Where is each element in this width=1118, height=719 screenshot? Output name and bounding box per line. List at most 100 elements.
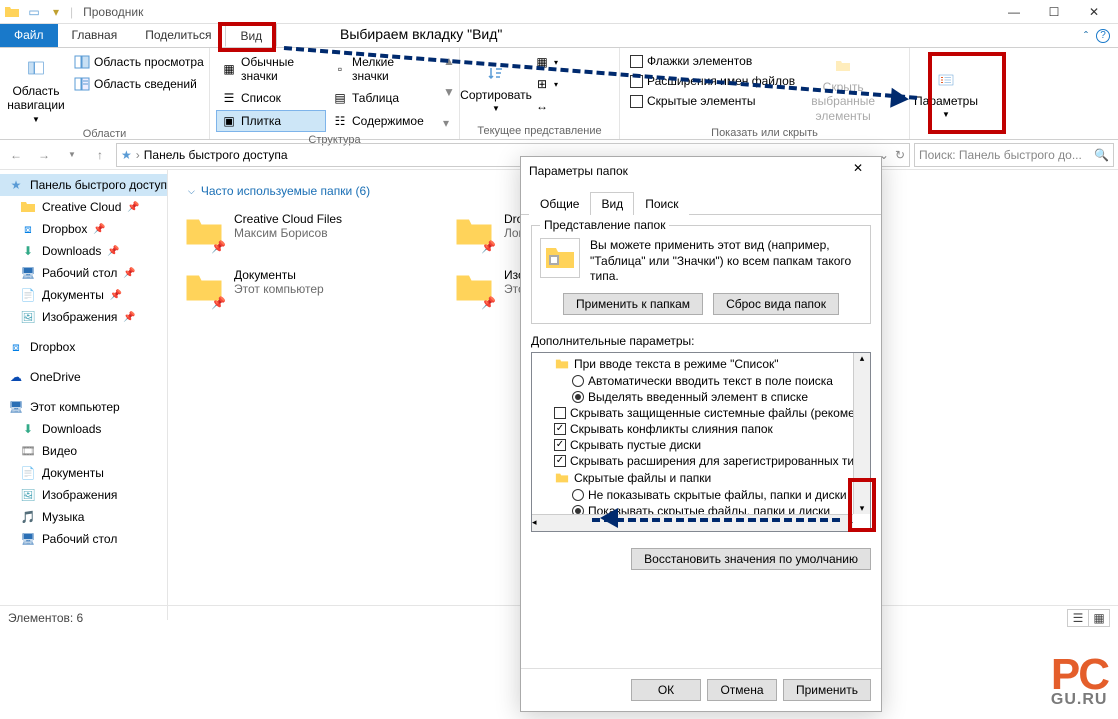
tree-row[interactable]: ✓Скрывать пустые диски [536,437,866,453]
sidebar-pc-videos[interactable]: 🎞Видео [0,440,167,462]
layout-expand-icon[interactable]: ▾ [443,116,455,130]
layout-tiles[interactable]: ▣Плитка [216,110,326,132]
reset-folders-button[interactable]: Сброс вида папок [713,293,839,315]
fit-columns-button[interactable]: ↔ [530,96,562,116]
pin-icon: 📌 [211,240,226,254]
tile-sub: Этот компьютер [234,282,324,296]
layout-details[interactable]: ▤Таблица [327,87,437,109]
tab-file[interactable]: Файл [0,24,58,47]
sidebar-item-pictures[interactable]: 🖼Изображения📌 [0,306,167,328]
forward-button[interactable]: → [32,143,56,167]
recent-button[interactable]: ▼ [60,143,84,167]
layout-medium-icons[interactable]: ▦Обычные значки [216,52,326,86]
sidebar-pc-documents[interactable]: 📄Документы [0,462,167,484]
preview-pane-button[interactable]: Область просмотра [70,52,208,72]
navigation-pane-button[interactable]: Область навигации ▼ [6,52,66,126]
folder-icon: 📌 [454,212,494,252]
tree-row[interactable]: Скрытые файлы и папки [536,469,866,487]
search-input[interactable]: Поиск: Панель быстрого до... 🔍 [914,143,1114,167]
up-button[interactable]: ↑ [88,143,112,167]
pin-icon: 📌 [481,296,496,310]
tree-label: Скрывать защищенные системные файлы (рек… [570,406,871,420]
radio-icon[interactable] [572,391,584,403]
tab-home[interactable]: Главная [58,24,132,47]
qat-properties-icon[interactable]: ▭ [26,4,42,20]
sort-button[interactable]: Сортировать▼ [466,52,526,123]
pin-icon: 📌 [481,240,496,254]
groupby-button[interactable]: ▦▾ [530,52,562,72]
tree-row[interactable]: Скрывать защищенные системные файлы (рек… [536,405,866,421]
options-button[interactable]: Параметры▼ [916,52,976,135]
tree-row[interactable]: Не показывать скрытые файлы, папки и дис… [536,487,866,503]
hidden-items-toggle[interactable]: Скрытые элементы [626,92,799,110]
help-icon[interactable]: ? [1096,29,1110,43]
tree-row[interactable]: ✓Скрывать конфликты слияния папок [536,421,866,437]
folder-icon: 📌 [184,268,224,308]
item-checkboxes-toggle[interactable]: Флажки элементов [626,52,799,70]
dialog-tab-view[interactable]: Вид [590,192,634,215]
sidebar-pc-desktop[interactable]: 🖥Рабочий стол [0,528,167,550]
layout-content[interactable]: ☷Содержимое [327,110,437,132]
radio-icon[interactable] [572,489,584,501]
dialog-tab-search[interactable]: Поиск [634,192,689,215]
tree-row[interactable]: Автоматически вводить текст в поле поиск… [536,373,866,389]
filename-extensions-toggle[interactable]: Расширения имен файлов [626,72,799,90]
sidebar-quick-access[interactable]: ★Панель быстрого доступа [0,174,167,196]
sidebar-item-dropbox[interactable]: ⧈Dropbox📌 [0,218,167,240]
sidebar-item-creative-cloud[interactable]: Creative Cloud📌 [0,196,167,218]
search-icon[interactable]: 🔍 [1094,148,1109,162]
close-button[interactable]: ✕ [1074,1,1114,23]
sidebar-dropbox-root[interactable]: ⧈Dropbox [0,336,167,358]
tree-row[interactable]: Выделять введенный элемент в списке [536,389,866,405]
tile-item[interactable]: 📌Creative Cloud FilesМаксим Борисов [180,208,420,256]
minimize-button[interactable]: — [994,1,1034,23]
layout-scroll-up-icon[interactable]: ▲ [443,54,455,68]
tree-hscrollbar[interactable]: ◂▸ [532,514,853,531]
layout-small-icons[interactable]: ▫Мелкие значки [327,52,437,86]
layout-scroll-down-icon[interactable]: ▼ [443,85,455,99]
checkbox-icon[interactable]: ✓ [554,455,566,467]
folder-views-legend: Представление папок [540,218,669,232]
tab-view[interactable]: Вид [225,24,277,47]
annotation-text: Выбираем вкладку "Вид" [340,26,502,42]
maximize-button[interactable]: ☐ [1034,1,1074,23]
view-large-icons-button[interactable]: ▦ [1088,609,1110,627]
apply-to-folders-button[interactable]: Применить к папкам [563,293,703,315]
dialog-tab-general[interactable]: Общие [529,192,590,215]
apply-button[interactable]: Применить [783,679,871,701]
checkbox-icon[interactable]: ✓ [554,423,566,435]
sidebar-pc-pictures[interactable]: 🖼Изображения [0,484,167,506]
cancel-button[interactable]: Отмена [707,679,777,701]
tab-share[interactable]: Поделиться [131,24,225,47]
hide-selected-button[interactable]: Скрыть выбранные элементы [803,52,883,125]
layout-list[interactable]: ☰Список [216,87,326,109]
tree-row[interactable]: При вводе текста в режиме "Список" [536,355,866,373]
ribbon: Область навигации ▼ Область просмотра Об… [0,48,1118,140]
radio-icon[interactable] [572,375,584,387]
tile-item[interactable]: 📌ДокументыЭтот компьютер [180,264,420,312]
advanced-settings-tree[interactable]: При вводе текста в режиме "Список"Автома… [531,352,871,532]
ok-button[interactable]: ОК [631,679,701,701]
checkbox-icon[interactable]: ✓ [554,439,566,451]
sidebar-item-desktop[interactable]: 🖥Рабочий стол📌 [0,262,167,284]
view-details-button[interactable]: ☰ [1067,609,1089,627]
sidebar-pc-downloads[interactable]: ⬇Downloads [0,418,167,440]
back-button[interactable]: ← [4,143,28,167]
sidebar-item-downloads[interactable]: ⬇Downloads📌 [0,240,167,262]
sidebar-this-pc[interactable]: 🖥Этот компьютер [0,396,167,418]
sidebar-pc-music[interactable]: 🎵Музыка [0,506,167,528]
tree-row[interactable]: ✓Скрывать расширения для зарегистрирован… [536,453,866,469]
folder-icon: 📌 [454,268,494,308]
refresh-icon[interactable]: ↻ [895,148,905,162]
tree-vscrollbar[interactable]: ▴▾ [853,353,870,514]
dialog-close-button[interactable]: ✕ [843,161,873,181]
sidebar-item-documents[interactable]: 📄Документы📌 [0,284,167,306]
qat-newfolder-icon[interactable]: ▾ [48,4,64,20]
details-pane-button[interactable]: Область сведений [70,74,208,94]
ribbon-collapse-icon[interactable]: ˆ [1084,29,1088,43]
restore-defaults-button[interactable]: Восстановить значения по умолчанию [631,548,871,570]
pin-icon: 📌 [211,296,226,310]
sidebar-onedrive[interactable]: ☁OneDrive [0,366,167,388]
add-columns-button[interactable]: ⊞▾ [530,74,562,94]
checkbox-icon[interactable] [554,407,566,419]
